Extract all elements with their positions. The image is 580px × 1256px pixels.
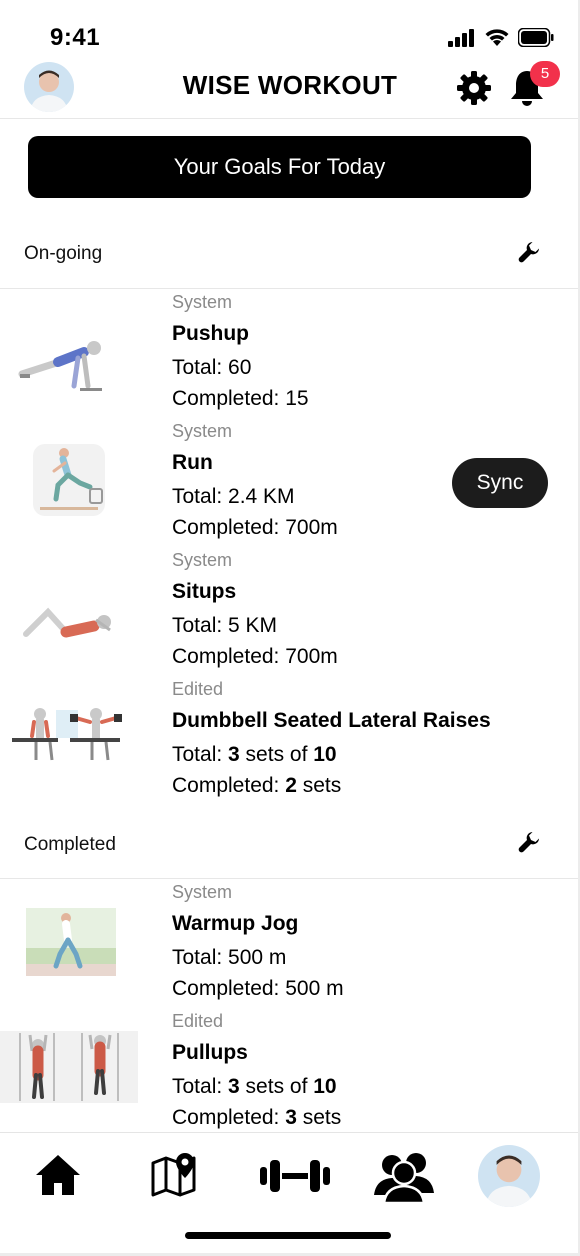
run-illustration [33,444,105,516]
item-name[interactable]: Pushup [172,322,249,346]
total-mid: sets of [239,1075,314,1098]
goals-for-today-button[interactable]: Your Goals For Today [28,136,531,198]
signal-icon [448,28,474,47]
completed-prefix: Completed: [172,774,286,797]
gear-icon[interactable] [456,70,492,106]
completed-sets: 2 [285,774,297,797]
item-name[interactable]: Situps [172,580,236,604]
status-icons [448,28,554,47]
header-divider [0,118,578,119]
total-reps: 10 [313,1075,337,1098]
total-prefix: Total: [172,743,229,766]
community-icon[interactable] [372,1151,436,1203]
item-total: Total: 500 m [172,946,287,969]
completed-suffix: sets [296,1106,342,1129]
total-sets: 3 [228,1075,240,1098]
item-source: System [172,292,233,312]
total-mid: sets of [239,743,314,766]
item-total: Total: 60 [172,356,252,379]
item-completed: Completed: 2 sets [172,774,341,798]
avatar-icon [478,1145,540,1207]
item-total: Total: 3 sets of 10 [172,1075,337,1099]
item-source: System [172,882,233,902]
item-total: Total: 5 KM [172,614,278,637]
workout-icon[interactable] [260,1159,330,1193]
home-icon[interactable] [34,1153,82,1197]
item-completed: Completed: 3 sets [172,1106,341,1130]
wrench-icon[interactable] [518,831,540,853]
item-total: Total: 3 sets of 10 [172,743,337,767]
completed-suffix: sets [296,774,342,797]
wifi-icon [485,29,509,46]
app-title: WISE WORKOUT [182,70,398,100]
pullups-illustration [0,1031,138,1103]
completed-prefix: Completed: [172,1106,286,1129]
item-name[interactable]: Dumbbell Seated Lateral Raises [172,709,491,733]
profile-avatar[interactable] [478,1145,540,1207]
map-icon[interactable] [150,1151,198,1199]
notification-badge: 5 [530,61,560,87]
completed-section-label: Completed [24,834,116,855]
total-sets: 3 [228,743,240,766]
item-source: System [172,550,233,570]
completed-divider [0,878,578,879]
item-total: Total: 2.4 KM [172,485,295,508]
item-source: Edited [172,1011,224,1031]
warmup-jog-illustration [26,908,116,976]
pushup-illustration [18,332,108,398]
total-reps: 10 [313,743,337,766]
item-source: System [172,421,233,441]
item-source: Edited [172,679,224,699]
wrench-icon[interactable] [518,241,540,263]
total-prefix: Total: [172,1075,229,1098]
status-time: 9:41 [50,24,101,51]
completed-sets: 3 [285,1106,297,1129]
item-completed: Completed: 500 m [172,977,344,1000]
item-completed: Completed: 700m [172,516,338,539]
ongoing-section-label: On-going [24,243,103,264]
item-completed: Completed: 700m [172,645,338,668]
situps-illustration [20,604,116,648]
item-name[interactable]: Pullups [172,1041,248,1065]
sync-button[interactable]: Sync [452,458,548,508]
item-name[interactable]: Warmup Jog [172,912,298,936]
home-indicator [185,1232,391,1239]
battery-icon [518,28,554,47]
lateral-raises-illustration [10,704,126,766]
ongoing-divider [0,288,578,289]
item-completed: Completed: 15 [172,387,309,410]
item-name[interactable]: Run [172,451,213,475]
